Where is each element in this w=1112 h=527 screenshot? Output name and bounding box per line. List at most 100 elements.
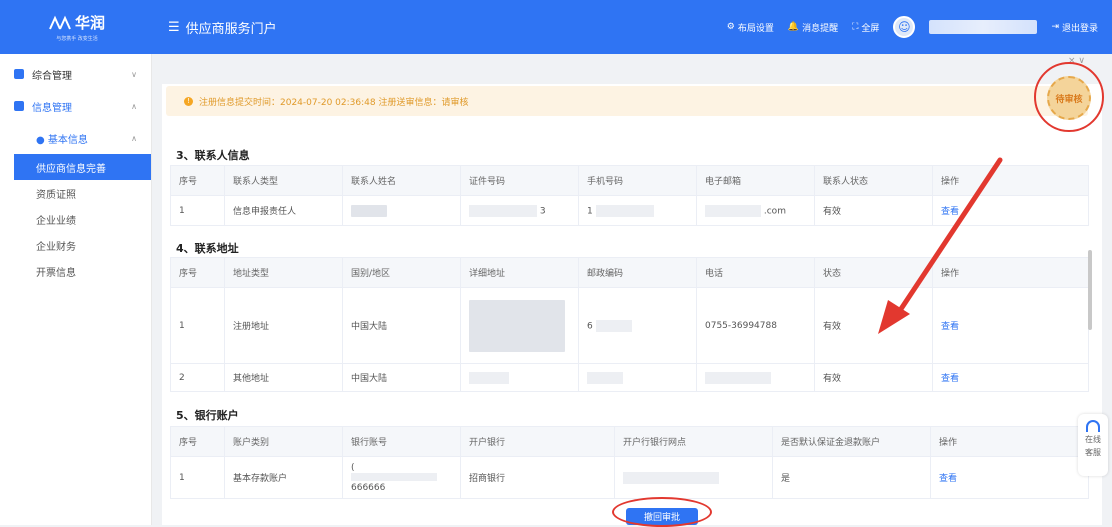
column-header: 状态 [814, 257, 933, 288]
cell-action: 查看 [932, 287, 1089, 364]
section-title-addresses: 4、联系地址 [176, 242, 239, 255]
section-title-bank: 5、银行账户 [176, 409, 239, 422]
sidebar: 综合管理 ∨ 信息管理 ∧ ● 基本信息 ∧ 供应商信息完善 资质证照 企业业绩… [0, 54, 152, 525]
messages-label: 消息提醒 [802, 23, 839, 34]
column-header: 联系人姓名 [342, 165, 461, 196]
cell-postal [578, 363, 697, 392]
contacts-table: 序号 联系人类型 联系人姓名 证件号码 手机号码 电子邮箱 联系人状态 操作 1… [170, 165, 1089, 226]
blurred-value [595, 204, 654, 217]
sidebar-item-basic-info[interactable]: ● 基本信息 ∧ [0, 122, 151, 154]
button-annotation-circle [612, 497, 712, 527]
cell-status: 有效 [814, 287, 933, 364]
account-head: ( [351, 462, 355, 473]
column-header: 地址类型 [224, 257, 343, 288]
cell-address [460, 287, 579, 364]
column-header: 邮政编码 [578, 257, 697, 288]
cell-phone: 1 [578, 195, 697, 226]
cell-no: 1 [170, 287, 225, 364]
cell-type: 其他地址 [224, 363, 343, 392]
column-header: 电子邮箱 [696, 165, 815, 196]
headset-icon [1086, 420, 1100, 432]
view-link[interactable]: 查看 [941, 374, 959, 384]
cell-type: 基本存款账户 [224, 456, 343, 499]
portal-title-text: 供应商服务门户 [185, 21, 277, 37]
blurred-value [587, 371, 623, 384]
column-header: 手机号码 [578, 165, 697, 196]
blurred-value [469, 299, 565, 352]
blurred-value [469, 204, 537, 217]
pending-review-stamp: 待审核 [1047, 76, 1091, 120]
sidebar-item-general[interactable]: 综合管理 ∨ [0, 58, 151, 90]
sidebar-item-label: 企业财务 [36, 241, 76, 253]
blurred-value [595, 319, 632, 332]
fullscreen-icon: ⛶ [852, 22, 859, 32]
cell-branch [614, 456, 773, 499]
view-link[interactable]: 查看 [941, 207, 959, 217]
sidebar-item-finance[interactable]: 企业财务 [0, 232, 151, 258]
user-name-blurred[interactable] [929, 20, 1038, 34]
avatar[interactable]: ☺ [893, 16, 916, 38]
menu-fold-icon[interactable]: ☰ [168, 20, 180, 35]
table-row: 1 注册地址 中国大陆 6 0755-36994788 有效 查看 [170, 287, 1089, 364]
cell-no: 1 [170, 456, 225, 499]
cell-type: 信息申报责任人 [224, 195, 343, 226]
logo-text: 华润 [74, 14, 105, 32]
warning-icon: ! [184, 96, 193, 106]
table-header-row: 序号 账户类别 银行账号 开户银行 开户行银行网点 是否默认保证金退款账户 操作 [170, 426, 1089, 457]
cell-default: 是 [772, 456, 931, 499]
column-header: 序号 [170, 257, 225, 288]
logout-button[interactable]: ⇥ 退出登录 [1051, 21, 1098, 34]
cell-phone [696, 363, 815, 392]
id-tail: 3 [539, 206, 546, 216]
sidebar-item-label: 企业业绩 [36, 215, 76, 227]
layout-settings-button[interactable]: ⚙ 布局设置 [727, 21, 774, 34]
cell-status: 有效 [814, 195, 933, 226]
logout-icon: ⇥ [1051, 22, 1059, 32]
blurred-value [469, 371, 509, 384]
messages-button[interactable]: 🔔 消息提醒 [788, 21, 838, 34]
table-row: 1 信息申报责任人 3 1 .com 有效 查看 [170, 195, 1089, 226]
view-link[interactable]: 查看 [939, 474, 957, 484]
cell-region: 中国大陆 [342, 363, 461, 392]
blurred-value [351, 473, 437, 481]
stamp-text: 待审核 [1055, 94, 1083, 105]
fullscreen-label: 全屏 [861, 23, 880, 34]
sidebar-item-qualifications[interactable]: 资质证照 [0, 180, 151, 206]
cell-no: 1 [170, 195, 225, 226]
service-label: 客服 [1085, 448, 1101, 457]
chevron-up-icon: ∧ [131, 101, 137, 111]
column-header: 详细地址 [460, 257, 579, 288]
sidebar-item-label: 开票信息 [36, 267, 76, 279]
sidebar-item-label: 信息管理 [32, 102, 72, 114]
column-header: 操作 [932, 257, 1089, 288]
cell-no: 2 [170, 363, 225, 392]
column-header: 国别/地区 [342, 257, 461, 288]
column-header: 开户银行 [460, 426, 615, 457]
sidebar-item-info[interactable]: 信息管理 ∧ [0, 90, 151, 122]
cell-postal: 6 [578, 287, 697, 364]
notice-text: 注册信息提交时间：2024-07-20 02:36:48 注册送审信息：请审核 [199, 97, 469, 108]
sidebar-item-label: ● 基本信息 [36, 134, 88, 146]
logout-label: 退出登录 [1061, 23, 1098, 34]
column-header: 操作 [932, 165, 1089, 196]
view-link[interactable]: 查看 [941, 322, 959, 332]
column-header: 电话 [696, 257, 815, 288]
sidebar-item-performance[interactable]: 企业业绩 [0, 206, 151, 232]
sidebar-item-label: 供应商信息完善 [36, 163, 106, 175]
sidebar-item-invoice[interactable]: 开票信息 [0, 258, 151, 284]
blurred-value [705, 204, 761, 217]
top-bar: 华润 与您携手 改变生活 ☰ 供应商服务门户 ⚙ 布局设置 🔔 消息提醒 ⛶ 全… [0, 0, 1112, 54]
table-header-row: 序号 联系人类型 联系人姓名 证件号码 手机号码 电子邮箱 联系人状态 操作 [170, 165, 1089, 196]
section-title-contacts: 3、联系人信息 [176, 149, 250, 162]
table-row: 1 基本存款账户 ( 666666 招商银行 是 查看 [170, 456, 1089, 499]
online-service-widget[interactable]: 在线 客服 [1078, 414, 1108, 476]
cell-region: 中国大陆 [342, 287, 461, 364]
folder-icon [14, 69, 24, 79]
fullscreen-button[interactable]: ⛶ 全屏 [852, 21, 879, 34]
account-tail: 666666 [351, 482, 386, 493]
sidebar-item-supplier-info[interactable]: 供应商信息完善 [14, 154, 151, 180]
column-header: 序号 [170, 426, 225, 457]
logo-subtitle: 与您携手 改变生活 [56, 36, 98, 42]
scrollbar[interactable] [1088, 250, 1092, 330]
sidebar-item-label: 综合管理 [32, 70, 72, 82]
